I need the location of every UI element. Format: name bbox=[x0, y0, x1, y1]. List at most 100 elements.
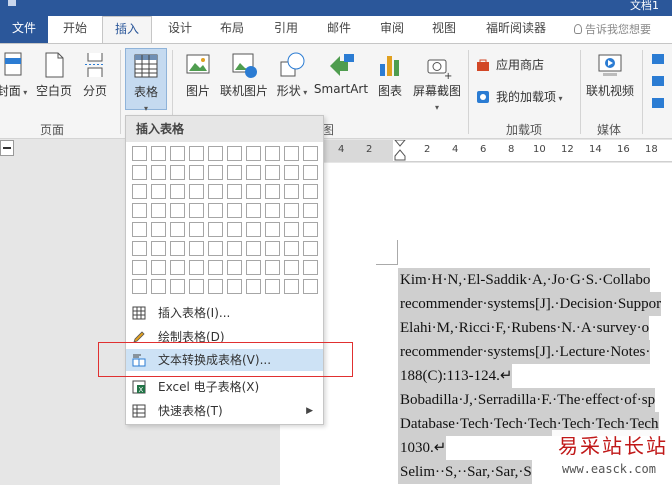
tab-review[interactable]: 审阅 bbox=[368, 16, 416, 43]
table-grid-cell[interactable] bbox=[246, 184, 261, 199]
page-break-button[interactable]: 分页 bbox=[78, 48, 112, 110]
table-button[interactable]: 表格 ▾ bbox=[125, 48, 167, 113]
table-grid-cell[interactable] bbox=[303, 203, 318, 218]
table-grid-cell[interactable] bbox=[227, 241, 242, 256]
tab-home[interactable]: 开始 bbox=[50, 16, 100, 43]
table-grid-cell[interactable] bbox=[170, 165, 185, 180]
indent-marker-icon[interactable] bbox=[394, 140, 406, 162]
table-grid-cell[interactable] bbox=[170, 203, 185, 218]
table-grid-cell[interactable] bbox=[246, 279, 261, 294]
table-grid-cell[interactable] bbox=[170, 260, 185, 275]
table-grid-cell[interactable] bbox=[284, 279, 299, 294]
table-grid-cell[interactable] bbox=[189, 146, 204, 161]
table-grid-cell[interactable] bbox=[132, 146, 147, 161]
table-grid-cell[interactable] bbox=[227, 146, 242, 161]
table-grid-cell[interactable] bbox=[246, 165, 261, 180]
store-button[interactable]: 应用商店 bbox=[476, 54, 544, 76]
table-grid-cell[interactable] bbox=[132, 279, 147, 294]
table-grid-cell[interactable] bbox=[132, 260, 147, 275]
links-group-icons[interactable] bbox=[650, 52, 670, 112]
reference-line[interactable]: Kim·H·N,·El-Saddik·A,·Jo·G·S.·Collabo bbox=[398, 268, 651, 292]
shapes-button[interactable]: 形状 ▾ bbox=[274, 48, 310, 110]
reference-line[interactable]: recommender·systems[J].·Lecture·Notes· bbox=[398, 340, 651, 364]
table-grid-cell[interactable] bbox=[208, 279, 223, 294]
table-grid-cell[interactable] bbox=[189, 165, 204, 180]
table-grid-cell[interactable] bbox=[265, 203, 280, 218]
my-addins-button[interactable]: 我的加载项 ▾ bbox=[476, 86, 563, 108]
table-grid-cell[interactable] bbox=[189, 203, 204, 218]
table-grid-cell[interactable] bbox=[208, 222, 223, 237]
table-grid-cell[interactable] bbox=[208, 260, 223, 275]
table-grid-cell[interactable] bbox=[303, 260, 318, 275]
table-grid-cell[interactable] bbox=[227, 222, 242, 237]
table-grid-cell[interactable] bbox=[170, 146, 185, 161]
tab-foxit-reader[interactable]: 福昕阅读器 bbox=[476, 16, 556, 43]
table-grid-cell[interactable] bbox=[208, 203, 223, 218]
view-toggle[interactable] bbox=[0, 140, 14, 156]
table-grid-cell[interactable] bbox=[208, 146, 223, 161]
tab-layout[interactable]: 布局 bbox=[208, 16, 256, 43]
table-grid-cell[interactable] bbox=[265, 279, 280, 294]
table-grid-cell[interactable] bbox=[227, 279, 242, 294]
table-grid-cell[interactable] bbox=[246, 146, 261, 161]
table-grid-cell[interactable] bbox=[303, 184, 318, 199]
table-grid-cell[interactable] bbox=[284, 241, 299, 256]
insert-table-menu-item[interactable]: 插入表格(I)... bbox=[126, 302, 323, 324]
cover-page-button[interactable]: 封面 ▾ bbox=[0, 48, 30, 110]
table-grid-cell[interactable] bbox=[132, 184, 147, 199]
table-grid-cell[interactable] bbox=[170, 279, 185, 294]
table-grid-cell[interactable] bbox=[208, 241, 223, 256]
table-grid-cell[interactable] bbox=[265, 260, 280, 275]
reference-line[interactable]: Selim··S,··Sar,·Sar,·S bbox=[398, 460, 532, 484]
reference-line[interactable]: Elahi·M,·Ricci·F,·Rubens·N.·A·survey·o bbox=[398, 316, 650, 340]
table-grid-cell[interactable] bbox=[284, 203, 299, 218]
text-to-table-menu-item[interactable]: 文本转换成表格(V)... bbox=[126, 349, 323, 371]
table-grid-cell[interactable] bbox=[265, 146, 280, 161]
excel-table-menu-item[interactable]: X Excel 电子表格(X) bbox=[126, 376, 323, 398]
table-grid-cell[interactable] bbox=[246, 222, 261, 237]
online-video-button[interactable]: 联机视频 bbox=[584, 48, 636, 110]
table-grid-cell[interactable] bbox=[303, 222, 318, 237]
reference-line[interactable]: 188(C):113-124.↵ bbox=[398, 364, 513, 388]
horizontal-ruler[interactable]: 4 2 2 4 6 8 10 12 14 16 18 bbox=[280, 140, 672, 162]
table-grid-cell[interactable] bbox=[227, 260, 242, 275]
chart-button[interactable]: 图表 bbox=[372, 48, 408, 110]
table-grid-cell[interactable] bbox=[227, 165, 242, 180]
table-grid-cell[interactable] bbox=[151, 279, 166, 294]
table-grid-cell[interactable] bbox=[284, 146, 299, 161]
table-grid-cell[interactable] bbox=[189, 279, 204, 294]
tell-me-box[interactable]: 告诉我您想要 bbox=[574, 16, 651, 43]
table-grid-cell[interactable] bbox=[303, 241, 318, 256]
tab-file[interactable]: 文件 bbox=[0, 16, 48, 43]
smartart-button[interactable]: SmartArt bbox=[312, 48, 370, 110]
table-grid-cell[interactable] bbox=[151, 222, 166, 237]
table-grid-cell[interactable] bbox=[132, 241, 147, 256]
online-pictures-button[interactable]: 联机图片 bbox=[218, 48, 270, 110]
table-grid-cell[interactable] bbox=[265, 165, 280, 180]
pictures-button[interactable]: 图片 bbox=[180, 48, 216, 110]
table-grid-cell[interactable] bbox=[265, 222, 280, 237]
table-grid-cell[interactable] bbox=[303, 165, 318, 180]
table-grid-cell[interactable] bbox=[284, 260, 299, 275]
screenshot-button[interactable]: + 屏幕截图 ▾ bbox=[410, 48, 464, 112]
table-grid-cell[interactable] bbox=[189, 260, 204, 275]
table-grid-cell[interactable] bbox=[246, 203, 261, 218]
table-grid-cell[interactable] bbox=[151, 146, 166, 161]
quick-access-icon[interactable] bbox=[8, 0, 16, 6]
table-grid-cell[interactable] bbox=[132, 165, 147, 180]
table-grid-cell[interactable] bbox=[151, 260, 166, 275]
table-grid-cell[interactable] bbox=[170, 241, 185, 256]
table-grid-cell[interactable] bbox=[246, 260, 261, 275]
table-grid-cell[interactable] bbox=[170, 184, 185, 199]
table-grid-cell[interactable] bbox=[265, 184, 280, 199]
quick-tables-menu-item[interactable]: 快速表格(T) ▶ bbox=[126, 400, 323, 422]
tab-design[interactable]: 设计 bbox=[156, 16, 204, 43]
table-grid-cell[interactable] bbox=[284, 165, 299, 180]
tab-view[interactable]: 视图 bbox=[420, 16, 468, 43]
reference-line[interactable]: 1030.↵ bbox=[398, 436, 447, 460]
table-grid-cell[interactable] bbox=[151, 241, 166, 256]
blank-page-button[interactable]: 空白页 bbox=[34, 48, 74, 110]
table-grid-cell[interactable] bbox=[284, 184, 299, 199]
table-grid-cell[interactable] bbox=[303, 279, 318, 294]
table-grid-cell[interactable] bbox=[208, 165, 223, 180]
